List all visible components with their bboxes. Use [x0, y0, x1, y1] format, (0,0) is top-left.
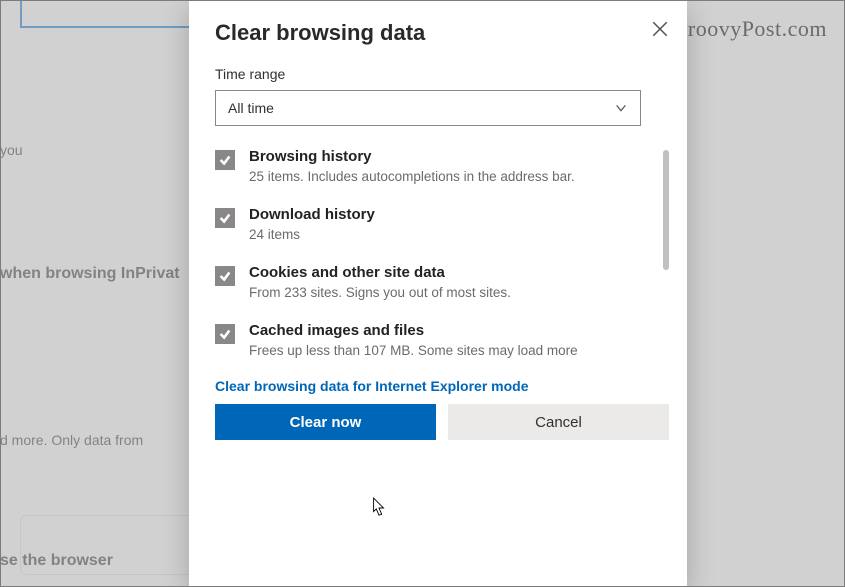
checkbox[interactable] — [215, 266, 235, 286]
cancel-button[interactable]: Cancel — [448, 404, 669, 440]
option-subtitle: Frees up less than 107 MB. Some sites ma… — [249, 343, 578, 358]
chevron-down-icon — [614, 101, 628, 115]
time-range-value: All time — [228, 100, 274, 116]
checkbox[interactable] — [215, 208, 235, 228]
close-icon[interactable] — [651, 20, 669, 38]
option-subtitle: From 233 sites. Signs you out of most si… — [249, 285, 511, 300]
clear-ie-data-link[interactable]: Clear browsing data for Internet Explore… — [215, 378, 669, 394]
clear-browsing-data-dialog: Clear browsing data Time range All time … — [189, 0, 687, 587]
options-list: Browsing history 25 items. Includes auto… — [215, 148, 667, 374]
clear-now-button[interactable]: Clear now — [215, 404, 436, 440]
time-range-label: Time range — [215, 66, 669, 82]
option-download-history[interactable]: Download history 24 items — [215, 206, 667, 264]
option-browsing-history[interactable]: Browsing history 25 items. Includes auto… — [215, 148, 667, 206]
option-subtitle: 25 items. Includes autocompletions in th… — [249, 169, 575, 184]
option-title: Download history — [249, 206, 375, 223]
checkbox[interactable] — [215, 324, 235, 344]
time-range-select[interactable]: All time — [215, 90, 641, 126]
checkbox[interactable] — [215, 150, 235, 170]
watermark: groovyPost.com — [676, 16, 827, 42]
option-cache[interactable]: Cached images and files Frees up less th… — [215, 322, 667, 374]
scrollbar[interactable] — [663, 150, 669, 270]
dialog-title: Clear browsing data — [215, 20, 425, 46]
option-cookies[interactable]: Cookies and other site data From 233 sit… — [215, 264, 667, 322]
option-subtitle: 24 items — [249, 227, 375, 242]
option-title: Browsing history — [249, 148, 575, 165]
option-title: Cookies and other site data — [249, 264, 511, 281]
option-title: Cached images and files — [249, 322, 578, 339]
